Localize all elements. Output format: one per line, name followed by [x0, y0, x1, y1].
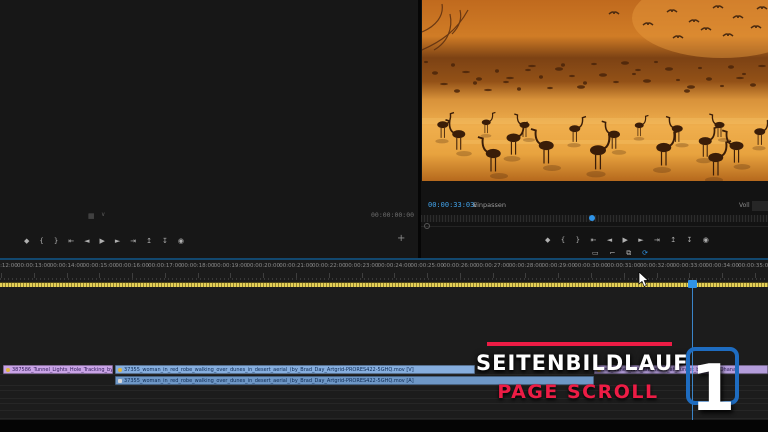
ruler-tick-mark: [1, 273, 2, 278]
program-video-frame: [422, 0, 768, 181]
mark-in-button[interactable]: {: [561, 236, 565, 245]
ruler-tick-mark: [296, 273, 298, 278]
ruler-tick-mark: [394, 273, 396, 278]
fx-badge-icon: [118, 368, 122, 372]
source-monitor-panel: ▦ ∨ 00:00:00:00 ◆ {} ⇤ ◄ ▶ ► ⇥ ↥ ↧ ◉ +: [0, 0, 418, 258]
multi-camera-view-button[interactable]: ⧉: [626, 249, 631, 258]
fit-dropdown-label: Einpassen: [473, 201, 507, 209]
track-divider: [0, 418, 768, 419]
ruler-tick-mark: [99, 273, 101, 278]
step-forward-button[interactable]: ►: [638, 236, 643, 245]
panel-divider: [418, 0, 421, 258]
scrubber-zoom-knob[interactable]: [424, 223, 430, 229]
ruler-tick-mark: [263, 273, 265, 278]
ruler-tick-mark: [591, 273, 593, 278]
ruler-tick-mark: [722, 273, 724, 278]
program-tools-bar: ▭ ⌐ ⧉ ⟳: [592, 248, 648, 258]
mark-in-button[interactable]: {: [39, 237, 43, 246]
ruler-tick-mark: [656, 273, 658, 278]
insert-button[interactable]: ↥: [146, 237, 152, 246]
ruler-tick-mark: [33, 273, 35, 278]
ruler-tick-mark: [230, 273, 232, 278]
mark-out-button[interactable]: }: [576, 236, 580, 245]
scrubber-zoom-bar[interactable]: [421, 226, 768, 227]
program-scrubber[interactable]: [421, 215, 768, 222]
safe-margins-button[interactable]: ▭: [592, 249, 599, 258]
ruler-tick-mark: [754, 273, 756, 278]
overlay-title: SEITENBILDLAUF: [476, 351, 689, 375]
export-frame-button[interactable]: ◉: [703, 236, 709, 245]
ruler-tick-mark: [558, 273, 560, 278]
clip-label: 387586_Tunnel_Lights_Hole_Tracking_by_Fi…: [12, 367, 113, 373]
chevron-down-icon: ∨: [473, 201, 478, 209]
mouse-cursor: [638, 272, 649, 287]
ruler-tick-mark: [164, 273, 166, 278]
step-forward-button[interactable]: ►: [115, 237, 120, 246]
lift-button[interactable]: ↥: [670, 236, 676, 245]
ruler-tick-mark: [197, 273, 199, 278]
ruler-tick-mark: [66, 273, 68, 278]
ruler-tick-mark: [525, 273, 527, 278]
trim-mode-button[interactable]: ⌐: [610, 249, 616, 258]
go-to-in-button[interactable]: ⇤: [590, 236, 596, 245]
ruler-tick-mark: [132, 273, 134, 278]
overwrite-button[interactable]: ↧: [162, 237, 168, 246]
playback-resolution-dropdown[interactable]: Voll: [739, 202, 750, 209]
timeline-panel: 00:00:12:0000:00:13:0000:00:14:0000:00:1…: [0, 260, 768, 432]
source-menu-caret-icon[interactable]: ∨: [101, 211, 105, 219]
ruler-tick-mark: [328, 273, 330, 278]
ruler-tick-mark: [492, 273, 494, 278]
fx-badge-icon: [118, 379, 122, 383]
source-transport-bar: ◆ {} ⇤ ◄ ▶ ► ⇥ ↥ ↧ ◉: [24, 236, 184, 246]
work-area-bar[interactable]: [0, 282, 768, 287]
clip-label: 37355_woman_in_red_robe_walking_over_dun…: [124, 378, 414, 384]
overlay-subtitle: PAGE SCROLL: [497, 381, 659, 403]
ruler-tick-mark: [623, 273, 625, 278]
ruler-tick-mark: [361, 273, 363, 278]
timeline-ruler[interactable]: 00:00:12:0000:00:13:0000:00:14:0000:00:1…: [0, 260, 768, 281]
ruler-tick-mark: [427, 273, 429, 278]
track-divider: [0, 410, 768, 411]
add-marker-button[interactable]: ◆: [24, 237, 29, 246]
ruler-minor-ticks: [0, 278, 768, 280]
ruler-tick-mark: [459, 273, 461, 278]
resolution-dropdown-box[interactable]: [752, 201, 768, 211]
step-back-button[interactable]: ◄: [84, 237, 89, 246]
clip-label: 37355_woman_in_red_robe_walking_over_dun…: [124, 367, 414, 373]
go-to-in-button[interactable]: ⇤: [68, 237, 74, 246]
add-marker-button[interactable]: ◆: [545, 236, 550, 245]
program-current-timecode: 00:00:33:03: [428, 201, 475, 209]
playhead-marker[interactable]: [688, 280, 697, 288]
go-to-out-button[interactable]: ⇥: [130, 237, 136, 246]
source-settings-grid-icon[interactable]: ▦: [88, 212, 95, 220]
timeline-clip-v1[interactable]: 387586_Tunnel_Lights_Hole_Tracking_by_Fi…: [3, 365, 113, 374]
ruler-tick-mark: [689, 273, 691, 278]
program-monitor-panel: 00:00:33:03 Einpassen ∨ Voll ◆ {} ⇤ ◄ ▶ ► ⇥ ↥ ↧ ◉…: [421, 0, 768, 258]
go-to-out-button[interactable]: ⇥: [654, 236, 660, 245]
source-duration-timecode: 00:00:00:00: [371, 211, 415, 219]
timeline-bottom-strip: [0, 420, 768, 432]
overlay-accent-bar: [487, 342, 672, 346]
mark-out-button[interactable]: }: [54, 237, 58, 246]
step-back-button[interactable]: ◄: [607, 236, 612, 245]
ruler-tick-label: 00:00:35:00: [738, 263, 768, 269]
overlay-key-label: 1: [690, 352, 736, 426]
program-transport-bar: ◆ {} ⇤ ◄ ▶ ► ⇥ ↥ ↧ ◉: [545, 235, 709, 245]
comparison-view-button[interactable]: ⟳: [642, 249, 648, 258]
premiere-app-window: ▦ ∨ 00:00:00:00 ◆ {} ⇤ ◄ ▶ ► ⇥ ↥ ↧ ◉ + 00…: [0, 0, 768, 432]
extract-button[interactable]: ↧: [687, 236, 693, 245]
export-frame-button[interactable]: ◉: [178, 237, 184, 246]
fx-badge-icon: [6, 368, 10, 372]
button-editor-add-button[interactable]: +: [397, 233, 405, 244]
scrubber-playhead-dot[interactable]: [589, 215, 595, 221]
timeline-clip-v1[interactable]: 37355_woman_in_red_robe_walking_over_dun…: [115, 365, 475, 374]
play-button[interactable]: ▶: [100, 237, 105, 246]
play-button[interactable]: ▶: [622, 236, 627, 245]
